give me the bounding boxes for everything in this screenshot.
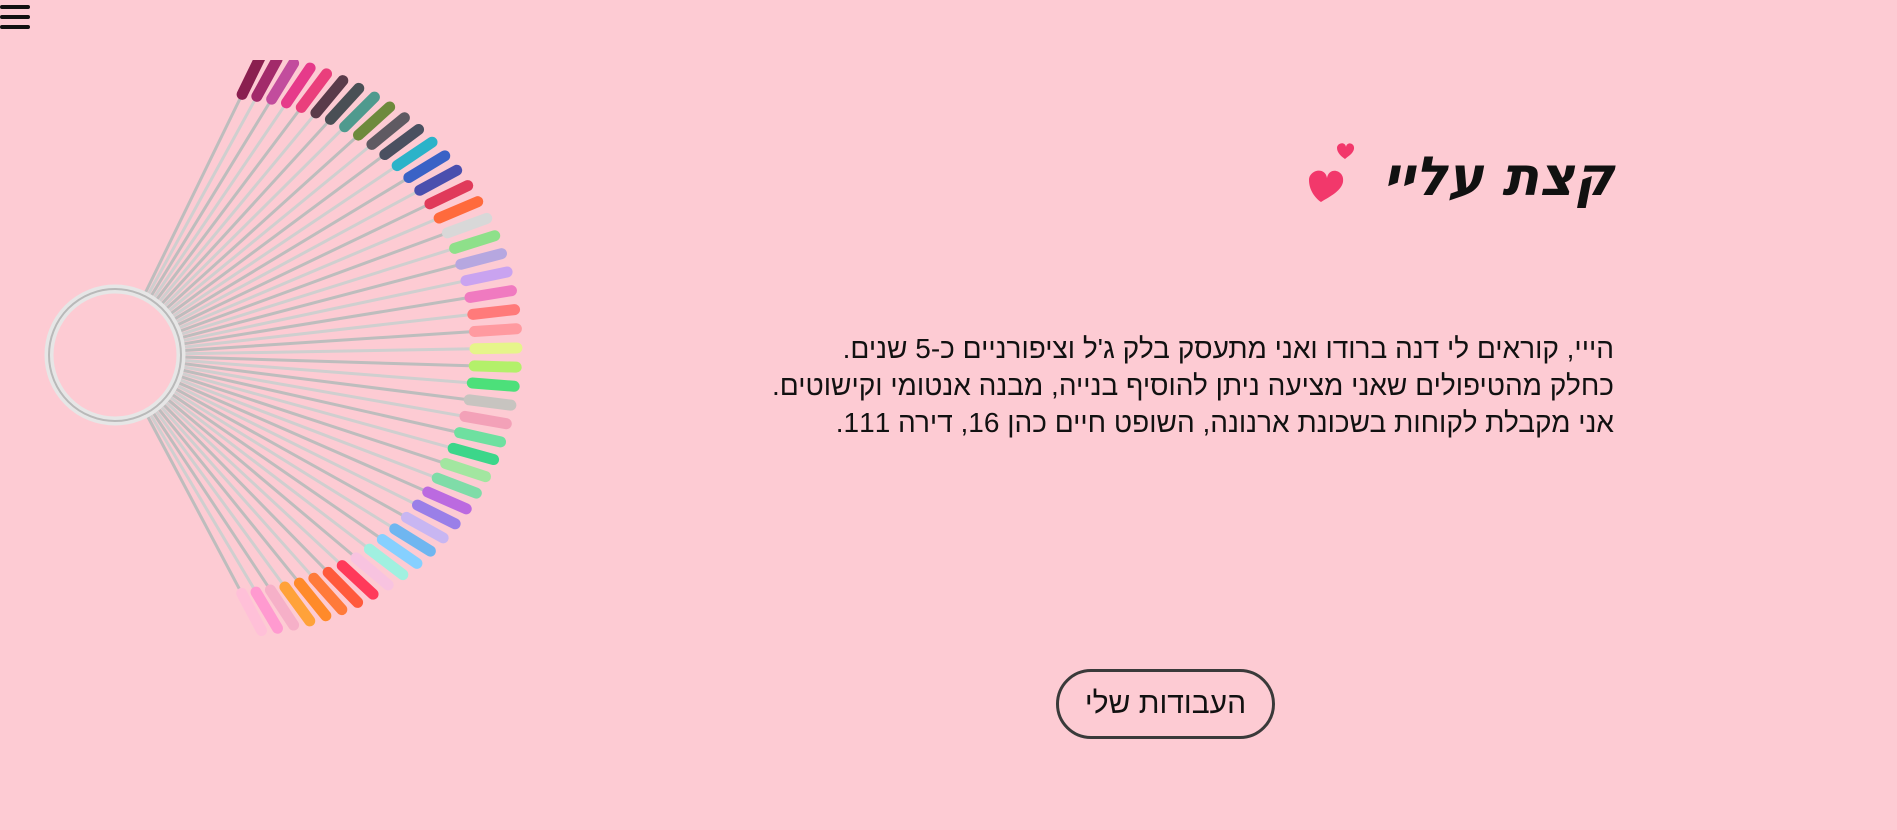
swatch-tip: [460, 266, 513, 287]
about-header: קצת עליי: [1291, 140, 1614, 214]
about-paragraph: כחלק מהטיפולים שאני מציעה ניתן להוסיף בנ…: [772, 370, 1614, 401]
swatch-tip: [463, 394, 517, 411]
swatch-tip: [440, 458, 492, 483]
swatch-stick: [175, 364, 466, 418]
my-works-button[interactable]: העבודות שלי: [1056, 669, 1275, 739]
swatch-tip: [433, 196, 484, 224]
swatch-tip: [468, 323, 522, 338]
hamburger-icon-line: [0, 25, 30, 29]
swatch-tip: [455, 248, 507, 270]
hearts-icon: [1308, 143, 1354, 202]
swatch-tip: [466, 377, 520, 392]
swatch-stick: [174, 262, 462, 341]
swatch-tip: [469, 342, 523, 355]
nail-color-swatch-fan: [40, 51, 560, 780]
swatch-ring-edge: [48, 288, 182, 422]
swatch-tip: [431, 472, 482, 499]
page-title: קצת עליי: [1382, 145, 1614, 209]
swatch-tip: [468, 360, 522, 373]
swatch-tip: [422, 486, 472, 515]
swatch-tip: [454, 427, 507, 448]
swatch-tip: [467, 304, 521, 320]
hamburger-icon-line: [0, 5, 30, 9]
about-paragraph: הייי, קוראים לי דנה ברודו ואני מתעסק בלק…: [842, 333, 1614, 364]
swatch-tip: [449, 230, 501, 254]
swatch-tip: [447, 442, 500, 466]
swatch-tip: [424, 180, 474, 210]
menu-button[interactable]: [0, 0, 34, 34]
swatch-tip: [459, 410, 512, 430]
about-description: הייי, קוראים לי דנה ברודו ואני מתעסק בלק…: [684, 330, 1614, 441]
hamburger-icon-line: [0, 15, 30, 19]
swatch-stick: [142, 409, 244, 595]
swatch-tip: [464, 285, 517, 303]
swatch-tip: [441, 212, 493, 239]
about-paragraph: אני מקבלת לקוחות בשכונת ארנונה, השופט חי…: [835, 407, 1614, 438]
